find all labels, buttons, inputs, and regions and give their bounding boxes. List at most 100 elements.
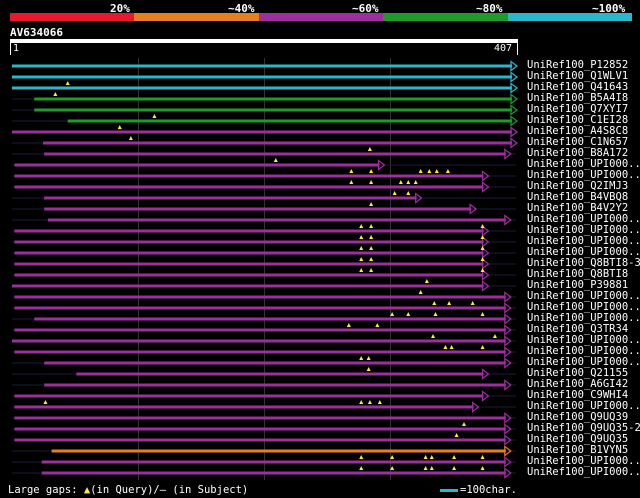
hit-segment[interactable] [41, 471, 506, 475]
hit-segment[interactable] [14, 163, 380, 167]
query-gap-triangle-icon [366, 356, 371, 360]
query-gap-triangle-icon [377, 400, 382, 404]
query-gap-triangle-icon [454, 433, 459, 437]
hit-segment[interactable] [34, 108, 513, 112]
hit-segment[interactable] [44, 383, 506, 387]
hit-segment[interactable] [14, 405, 474, 409]
hit-segment[interactable] [14, 273, 484, 277]
query-gap-triangle-icon [406, 312, 411, 316]
hit-segment[interactable] [14, 295, 506, 299]
hit-segment[interactable] [14, 438, 506, 442]
query-gap-triangle-icon [461, 422, 466, 426]
query-gap-triangle-icon [480, 455, 485, 459]
hit-segment[interactable] [12, 75, 512, 79]
hit-segment[interactable] [14, 185, 484, 189]
query-gap-triangle-icon [424, 279, 429, 283]
hit-segment[interactable] [14, 350, 506, 354]
hit-segment[interactable] [12, 86, 512, 90]
query-gap-triangle-icon [423, 455, 428, 459]
large-gaps-legend: Large gaps: ▲(in Query)/— (in Subject) [8, 484, 248, 496]
hit-segment[interactable] [14, 229, 484, 233]
query-gap-triangle-icon [433, 312, 438, 316]
query-gap-triangle-icon [480, 268, 485, 272]
query-gap-triangle-icon [117, 125, 122, 129]
query-gap-triangle-icon [273, 158, 278, 162]
query-gap-triangle-icon [366, 367, 371, 371]
hit-segment[interactable] [14, 416, 506, 420]
query-gap-triangle-icon [359, 455, 364, 459]
hit-segment[interactable] [44, 152, 506, 156]
hit-segment[interactable] [42, 141, 513, 145]
query-gap-triangle-icon [53, 92, 58, 96]
hit-segment[interactable] [41, 460, 506, 464]
query-gap-triangle-icon [392, 191, 397, 195]
hit-segment[interactable] [14, 306, 506, 310]
hit-segment[interactable] [14, 251, 484, 255]
query-gap-triangle-icon [369, 246, 374, 250]
hit-segment[interactable] [34, 317, 506, 321]
hit-segment[interactable] [47, 218, 506, 222]
query-gap-triangle-icon [427, 169, 432, 173]
hit-segment[interactable] [76, 372, 484, 376]
query-gap-triangle-icon [398, 180, 403, 184]
query-gap-triangle-icon [480, 257, 485, 261]
hit-segment[interactable] [14, 394, 484, 398]
hit-segment[interactable] [44, 207, 472, 211]
hit-segment[interactable] [12, 339, 506, 343]
large-gaps-query: (in Query)/ [90, 484, 160, 496]
scale-label: =100char. [460, 484, 517, 496]
query-gap-triangle-icon [43, 400, 48, 404]
query-gap-triangle-icon [359, 466, 364, 470]
query-gap-triangle-icon [128, 136, 133, 140]
query-gap-triangle-icon [480, 224, 485, 228]
query-gap-triangle-icon [367, 147, 372, 151]
query-gap-triangle-icon [449, 345, 454, 349]
hit-segment[interactable] [12, 64, 512, 68]
hit-segment[interactable] [51, 449, 506, 453]
query-gap-triangle-icon [413, 180, 418, 184]
query-gap-triangle-icon [369, 202, 374, 206]
query-gap-triangle-icon [359, 268, 364, 272]
query-gap-triangle-icon [452, 455, 457, 459]
hit-segment[interactable] [14, 174, 484, 178]
query-gap-triangle-icon [406, 180, 411, 184]
query-gap-triangle-icon [367, 400, 372, 404]
hit-segment[interactable] [12, 130, 512, 134]
query-gap-triangle-icon [65, 81, 70, 85]
query-gap-triangle-icon [369, 257, 374, 261]
hit-segment[interactable] [14, 240, 484, 244]
query-gap-triangle-icon [452, 466, 457, 470]
query-gap-triangle-icon [359, 224, 364, 228]
query-gap-triangle-icon [480, 312, 485, 316]
query-gap-triangle-icon [359, 246, 364, 250]
query-gap-triangle-icon [418, 290, 423, 294]
query-gap-triangle-icon [429, 455, 434, 459]
query-gap-triangle-icon [434, 169, 439, 173]
query-gap-triangle-icon [480, 235, 485, 239]
query-gap-triangle-icon [369, 224, 374, 228]
query-gap-triangle-icon [406, 191, 411, 195]
query-gap-triangle-icon [349, 180, 354, 184]
query-gap-triangle-icon [346, 323, 351, 327]
hit-segment[interactable] [12, 284, 484, 288]
hit-segment[interactable] [34, 97, 513, 101]
hit-label[interactable]: UniRef100_UPI000.. [527, 467, 640, 478]
hit-segment[interactable] [14, 262, 484, 266]
query-gap-triangle-icon [470, 301, 475, 305]
hit-segment[interactable] [14, 328, 506, 332]
query-gap-triangle-icon [447, 301, 452, 305]
query-gap-triangle-icon [443, 345, 448, 349]
query-gap-triangle-icon [359, 400, 364, 404]
query-gap-triangle-icon [369, 180, 374, 184]
hit-segment[interactable] [67, 119, 512, 123]
query-gap-triangle-icon [369, 268, 374, 272]
hit-segment[interactable] [14, 427, 506, 431]
query-gap-triangle-icon [432, 301, 437, 305]
query-gap-triangle-icon [480, 345, 485, 349]
query-gap-triangle-icon [369, 235, 374, 239]
query-gap-triangle-icon [369, 169, 374, 173]
query-gap-triangle-icon [429, 466, 434, 470]
hit-segment[interactable] [44, 196, 417, 200]
hit-segment[interactable] [44, 361, 506, 365]
query-gap-triangle-icon [359, 356, 364, 360]
